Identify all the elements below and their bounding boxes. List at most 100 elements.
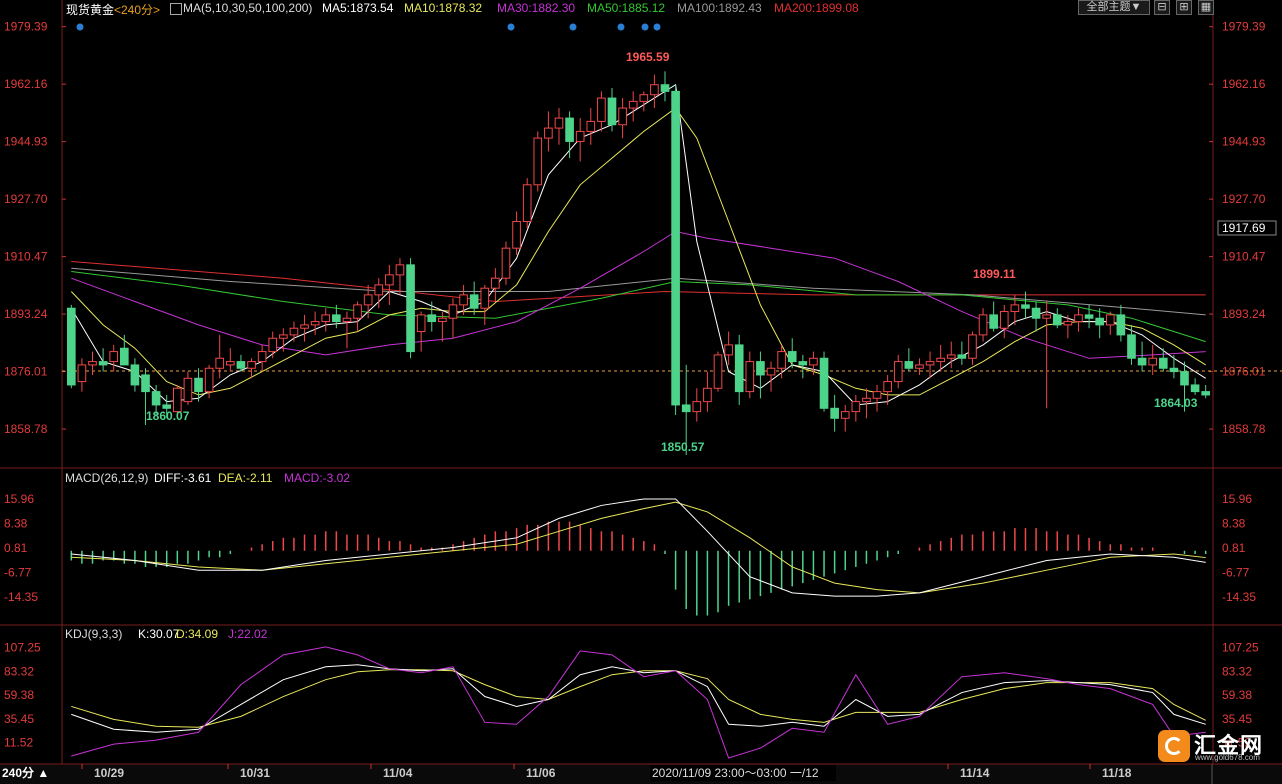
macd-label-left-3: -6.77	[4, 566, 32, 580]
candle-body	[1084, 314, 1094, 319]
period-switch-button[interactable]: 240分 ▲	[2, 765, 49, 780]
period-label[interactable]: <240分>	[114, 1, 160, 18]
candle-body	[1010, 304, 1020, 313]
candle-body	[1127, 334, 1136, 359]
candle-body	[289, 327, 299, 336]
candle-body	[310, 321, 320, 326]
candle-body	[77, 364, 87, 383]
candle-body	[1074, 314, 1083, 323]
macd-label-left-4: -14.35	[4, 590, 38, 604]
layout-icon[interactable]: ▦	[1198, 0, 1214, 15]
candle-body	[1116, 314, 1126, 336]
ma-settings-icon[interactable]	[170, 3, 182, 15]
macd-label-left-2: 0.81	[4, 541, 28, 555]
price-label-right-2: 1944.93	[1222, 135, 1266, 149]
candle-body	[628, 100, 638, 109]
candle-body	[119, 347, 129, 366]
candle-body	[862, 397, 871, 403]
candle-body	[480, 287, 490, 309]
chart-canvas[interactable]: 1979.39 1979.39 1962.16 1962.16 1944.93 1944.…	[0, 0, 1282, 784]
time-label-0: 10/29	[94, 766, 124, 780]
event-marker-dot	[641, 23, 649, 31]
candle-body	[660, 84, 670, 92]
candle-body	[438, 317, 447, 323]
macd-label-right-1: 8.38	[1222, 517, 1246, 531]
theme-dropdown-button[interactable]: 全部主题▼	[1078, 0, 1150, 15]
candle-body	[533, 137, 543, 186]
candle-body	[363, 294, 373, 306]
candle-body	[734, 344, 744, 393]
candle-body	[342, 317, 352, 323]
candle-body	[406, 264, 415, 353]
candle-body	[872, 391, 882, 399]
candle-body	[1137, 357, 1147, 366]
candle-body	[925, 361, 935, 366]
candle-body	[226, 361, 235, 366]
ma30-value: MA30:1882.30	[497, 1, 576, 15]
time-label-2: 11/04	[383, 766, 413, 780]
annotation-local-high: 1899.11	[973, 267, 1016, 281]
kdj-label-right-3: 35.45	[1222, 712, 1252, 726]
current-price-label: 1917.69	[1222, 221, 1266, 235]
instrument-name: 现货黄金	[66, 3, 115, 17]
candle-body	[501, 247, 511, 279]
event-marker-dot	[76, 23, 84, 31]
candle-body	[1190, 384, 1200, 393]
candle-body	[279, 334, 288, 339]
candle-body	[236, 361, 246, 369]
candle-body	[1105, 314, 1115, 326]
annotation-high: 1965.59	[626, 50, 670, 64]
zoom-out-icon[interactable]: ⊟	[1154, 0, 1170, 15]
price-label-right-7: 1858.78	[1222, 422, 1266, 436]
candle-body	[374, 284, 384, 296]
kdj-j-value: J:22.02	[228, 627, 268, 641]
candle-body	[109, 351, 119, 363]
candle-body	[565, 117, 574, 142]
price-label-left-6: 1876.01	[4, 365, 48, 379]
macd-label-right-3: -6.77	[1222, 566, 1250, 580]
zoom-in-icon[interactable]: ⊞	[1176, 0, 1192, 15]
candle-body	[904, 361, 914, 369]
candle-body	[554, 117, 564, 129]
candle-body	[1180, 371, 1189, 386]
time-label-5: 11/18	[1102, 766, 1132, 780]
kdj-label-left-2: 59.38	[4, 688, 34, 702]
candle-body	[88, 361, 97, 366]
kdj-label-right-1: 83.32	[1222, 664, 1252, 678]
candle-body	[1021, 304, 1030, 309]
candle-body	[332, 314, 341, 323]
candle-body	[893, 361, 903, 383]
candle-body	[247, 361, 256, 369]
candle-body	[650, 84, 659, 96]
candle-body	[766, 367, 776, 376]
candle-body	[575, 130, 585, 142]
price-label-right-3: 1927.70	[1222, 192, 1266, 206]
candle-body	[787, 351, 797, 363]
candle-body	[1042, 314, 1051, 319]
candle-body	[681, 404, 691, 413]
event-marker-dot	[507, 23, 515, 31]
candle-body	[151, 391, 161, 406]
macd-diff-value: DIFF:-3.61	[154, 471, 212, 485]
kdj-label-left-0: 107.25	[4, 641, 41, 655]
candle-body	[819, 357, 829, 409]
candle-body	[194, 377, 203, 393]
price-label-right-5: 1893.24	[1222, 307, 1266, 321]
candle-body	[957, 354, 967, 359]
candle-body	[491, 277, 500, 289]
logo-badge-icon	[1158, 730, 1190, 762]
candle-body	[215, 357, 225, 369]
ma5-line	[70, 83, 1206, 406]
candle-body	[522, 184, 532, 222]
candle-body	[968, 334, 977, 359]
candle-body	[798, 361, 808, 366]
price-label-right-0: 1979.39	[1222, 20, 1266, 34]
gold678-logo: 汇金网 www.gold678.com	[1158, 726, 1276, 766]
event-marker-dot	[569, 23, 577, 31]
kdj-d-line	[71, 669, 1206, 728]
kdj-title: KDJ(9,3,3)	[65, 627, 122, 641]
candle-body	[851, 401, 861, 413]
candle-body	[512, 220, 521, 249]
candle-body	[544, 127, 553, 139]
candle-body	[618, 107, 627, 126]
